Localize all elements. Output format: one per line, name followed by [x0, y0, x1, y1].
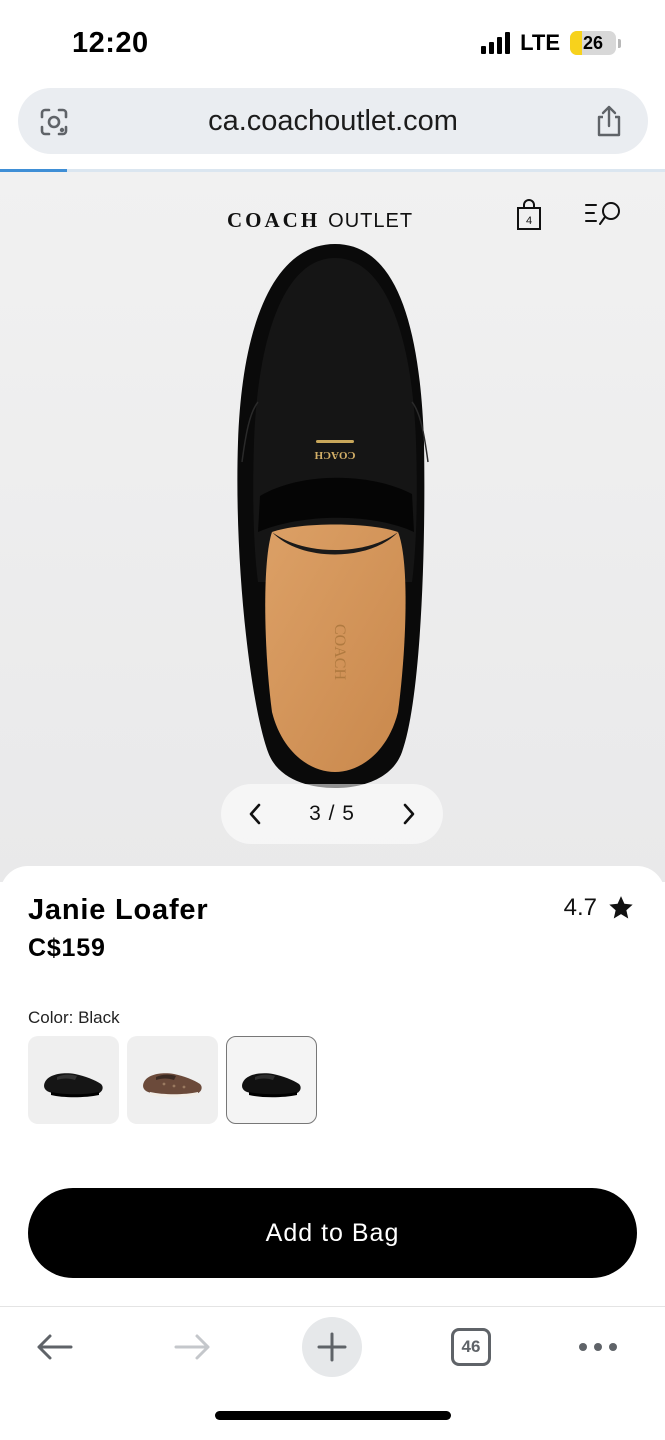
- network-type: LTE: [520, 30, 560, 55]
- gallery-pager: 3 / 5: [221, 784, 443, 844]
- rating-value: 4.7: [563, 894, 597, 921]
- svg-text:COACH: COACH: [314, 449, 355, 461]
- tabs-icon: 46: [451, 1328, 491, 1366]
- brand-logo[interactable]: COACH OUTLET: [227, 208, 413, 233]
- bag-count: 4: [526, 215, 532, 227]
- battery-icon: 26: [570, 31, 616, 55]
- forward-button[interactable]: [163, 1317, 223, 1377]
- battery-fill: [570, 31, 582, 55]
- url-text[interactable]: ca.coachoutlet.com: [18, 105, 648, 138]
- brand-name: COACH: [227, 208, 321, 232]
- more-icon: [579, 1343, 617, 1351]
- menu-search-icon[interactable]: [584, 200, 624, 228]
- color-swatches: [28, 1036, 317, 1124]
- google-lens-icon[interactable]: [38, 106, 70, 138]
- home-indicator[interactable]: [215, 1411, 451, 1420]
- product-name: Janie Loafer: [28, 894, 209, 926]
- more-menu-button[interactable]: [568, 1317, 628, 1377]
- image-counter: 3 / 5: [309, 802, 355, 825]
- product-price: C$159: [28, 934, 106, 962]
- back-icon: [37, 1334, 73, 1360]
- swatch-black-selected[interactable]: [226, 1036, 317, 1124]
- browser-toolbar: 46: [0, 1306, 665, 1440]
- signal-icon: [481, 32, 511, 54]
- product-info-sheet: Janie Loafer C$159 4.7 Color: Black Add …: [0, 866, 665, 1306]
- swatch-black[interactable]: [28, 1036, 119, 1124]
- star-icon: [609, 896, 633, 919]
- address-bar[interactable]: ca.coachoutlet.com: [18, 88, 648, 154]
- status-bar: 12:20 LTE 26: [0, 0, 665, 86]
- product-rating[interactable]: 4.7: [564, 894, 635, 922]
- swatch-image-signature-brown: [142, 1073, 202, 1098]
- swatch-signature-brown[interactable]: [127, 1036, 218, 1124]
- status-indicators: LTE 26: [481, 30, 621, 56]
- share-icon[interactable]: [594, 104, 624, 138]
- add-to-bag-button[interactable]: Add to Bag: [28, 1188, 637, 1278]
- swatch-image-black: [43, 1073, 103, 1098]
- status-time: 12:20: [72, 27, 149, 59]
- chevron-right-icon: [403, 803, 415, 825]
- battery-cap: [618, 38, 621, 48]
- new-tab-icon: [317, 1332, 347, 1362]
- previous-image-button[interactable]: [241, 800, 269, 828]
- svg-text:COACH: COACH: [331, 624, 348, 680]
- chevron-left-icon: [249, 803, 261, 825]
- brand-suffix: OUTLET: [328, 210, 414, 232]
- forward-icon: [174, 1334, 210, 1360]
- tab-count: 46: [461, 1337, 481, 1356]
- screen: 12:20 LTE 26 ca.coachoutlet.com COACH OU…: [0, 0, 665, 1440]
- tab-switcher-button[interactable]: 46: [441, 1317, 501, 1377]
- battery-level: 26: [582, 32, 604, 53]
- swatch-image-black-selected: [241, 1073, 301, 1098]
- new-tab-button[interactable]: [302, 1317, 362, 1377]
- color-label: Color: Black: [28, 1008, 120, 1027]
- product-image-loafer: COACH COACH: [237, 244, 429, 788]
- product-gallery[interactable]: COACH OUTLET 4 COACH COACH 3 / 5: [0, 172, 665, 882]
- back-button[interactable]: [24, 1317, 84, 1377]
- shopping-bag-icon[interactable]: 4: [515, 198, 543, 232]
- next-image-button[interactable]: [395, 800, 423, 828]
